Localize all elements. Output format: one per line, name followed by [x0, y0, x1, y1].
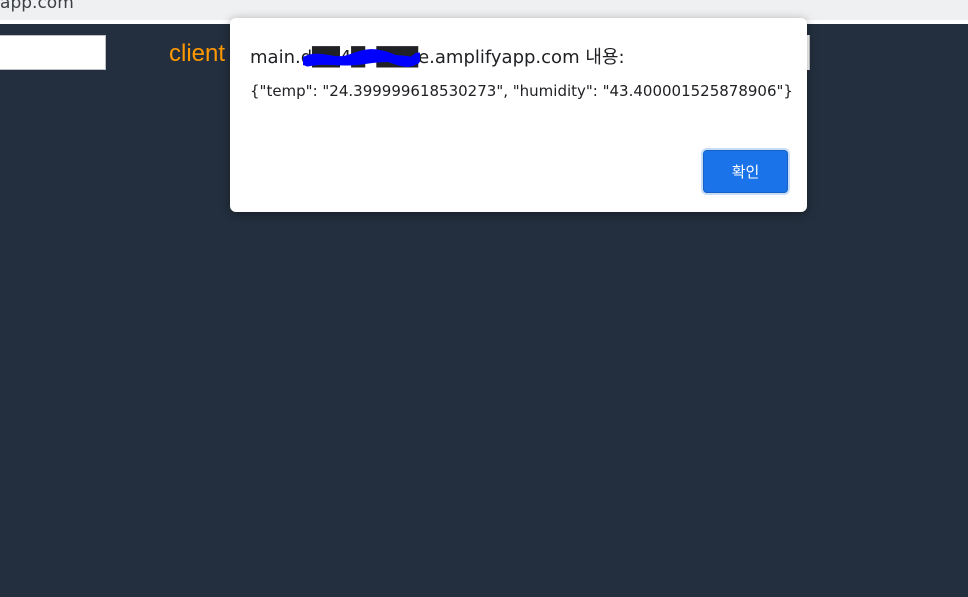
dialog-message: {"temp": "24.399999618530273", "humidity… [250, 82, 793, 100]
left-input-field[interactable] [0, 35, 106, 70]
url-text[interactable]: yapp.com [0, 0, 74, 13]
ok-button[interactable]: 확인 [703, 150, 788, 193]
dialog-title-prefix: main. [250, 47, 301, 68]
redacted-domain: d██4█7███ [301, 47, 421, 68]
redaction-scribble [302, 49, 421, 67]
dialog-title: main.d██4█7███ e.amplifyapp.com 내용: [250, 43, 625, 69]
dialog-title-suffix: e.amplifyapp.com 내용: [418, 47, 625, 68]
alert-dialog: main.d██4█7███ e.amplifyapp.com 내용: {"te… [230, 18, 807, 212]
app-title: client [169, 40, 226, 67]
